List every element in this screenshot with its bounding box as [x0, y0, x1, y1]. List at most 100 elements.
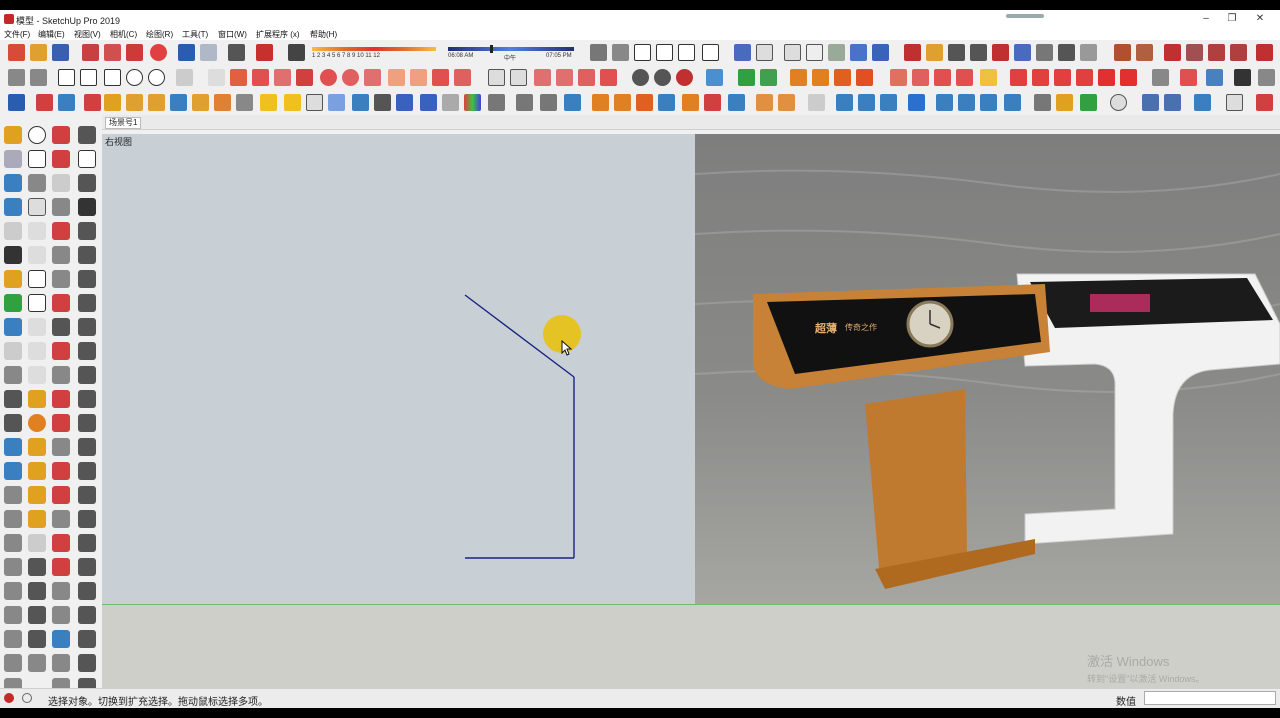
- ext-tool-54-icon[interactable]: [564, 94, 581, 111]
- lt-col1-9-icon[interactable]: [4, 318, 22, 336]
- ext-tool-62-icon[interactable]: [778, 94, 795, 111]
- lt-col2-19-icon[interactable]: [28, 558, 46, 576]
- ext-tool-45-icon[interactable]: [260, 94, 277, 111]
- ext-tool-48-icon[interactable]: [352, 94, 369, 111]
- credits-icon[interactable]: [22, 693, 32, 703]
- ext-tool-61-icon[interactable]: [756, 94, 773, 111]
- lt-col4-9-icon[interactable]: [78, 318, 96, 336]
- lt-col3-8-icon[interactable]: [52, 294, 70, 312]
- lt-col4-7-icon[interactable]: [78, 270, 96, 288]
- lt-col1-18-icon[interactable]: [4, 534, 22, 552]
- monochrome-icon[interactable]: [872, 44, 889, 61]
- minimize-button[interactable]: –: [1196, 12, 1216, 26]
- ext-tool-47-icon[interactable]: [306, 94, 323, 111]
- ext-tool-24-icon[interactable]: [856, 69, 873, 86]
- ext-tool-37-icon[interactable]: [1258, 69, 1275, 86]
- menu-window[interactable]: 窗口(W): [218, 29, 247, 40]
- drag-grip-icon[interactable]: [1006, 14, 1044, 18]
- lt-col2-12-icon[interactable]: [28, 390, 46, 408]
- drawing-viewport[interactable]: 右视图 超薄 传奇之作 激活 Windows 转到"设置"以激活 Windows…: [102, 134, 1280, 698]
- ext-tool-52-icon[interactable]: [488, 94, 505, 111]
- ext-tool-16-icon[interactable]: [578, 69, 595, 86]
- lt-col1-20-icon[interactable]: [4, 582, 22, 600]
- wireframe-icon[interactable]: [784, 44, 801, 61]
- hidden-line-icon[interactable]: [806, 44, 823, 61]
- lt-col3-2-icon[interactable]: [52, 150, 70, 168]
- zoom-icon[interactable]: [948, 44, 965, 61]
- menu-edit[interactable]: 编辑(E): [38, 29, 65, 40]
- lt-col2-5-icon[interactable]: [28, 222, 46, 240]
- lt-col3-6-icon[interactable]: [52, 246, 70, 264]
- menu-tools[interactable]: 工具(T): [182, 29, 208, 40]
- lt-col2-21-icon[interactable]: [28, 606, 46, 624]
- lt-col3-18-icon[interactable]: [52, 534, 70, 552]
- ext-tool-13-icon[interactable]: [510, 69, 527, 86]
- lt-col4-23-icon[interactable]: [78, 654, 96, 672]
- ext-tool-5-icon[interactable]: [320, 69, 337, 86]
- ext-tool-17-icon[interactable]: [600, 69, 617, 86]
- ext-tool-32-icon[interactable]: [1098, 69, 1115, 86]
- lt-col4-20-icon[interactable]: [78, 582, 96, 600]
- lt-col3-7-icon[interactable]: [52, 270, 70, 288]
- ext-tool-14-icon[interactable]: [534, 69, 551, 86]
- ext-tool-18-icon[interactable]: [632, 69, 649, 86]
- scene-tab[interactable]: 场景号1: [105, 117, 142, 129]
- rectangle-icon[interactable]: [80, 69, 97, 86]
- ext-tool-49-icon[interactable]: [374, 94, 391, 111]
- menu-extensions[interactable]: 扩展程序 (x): [256, 29, 300, 40]
- ext-tool-3-icon[interactable]: [252, 69, 269, 86]
- lt-col2-4-icon[interactable]: [28, 198, 46, 216]
- ext-tool-23-icon[interactable]: [834, 69, 851, 86]
- ext-tool-27-icon[interactable]: [934, 69, 951, 86]
- lt-col4-22-icon[interactable]: [78, 630, 96, 648]
- rainbow-icon[interactable]: [464, 94, 481, 111]
- lt-col4-16-icon[interactable]: [78, 486, 96, 504]
- lt-col4-13-icon[interactable]: [78, 414, 96, 432]
- front-view-icon[interactable]: [634, 44, 651, 61]
- ext-tool-64-icon[interactable]: [836, 94, 853, 111]
- layers-icon[interactable]: [8, 94, 25, 111]
- lt-col3-17-icon[interactable]: [52, 510, 70, 528]
- menu-help[interactable]: 帮助(H): [310, 29, 337, 40]
- ext-tool-44-icon[interactable]: [236, 94, 253, 111]
- lt-col2-15-icon[interactable]: [28, 462, 46, 480]
- exclamation-icon[interactable]: [84, 94, 101, 111]
- lt-col3-15-icon[interactable]: [52, 462, 70, 480]
- lt-col3-16-icon[interactable]: [52, 486, 70, 504]
- ext-tool-68-icon[interactable]: [958, 94, 975, 111]
- lt-col4-1-icon[interactable]: [78, 126, 96, 144]
- ext-tool-30-icon[interactable]: [1054, 69, 1071, 86]
- curve-icon[interactable]: [908, 94, 925, 111]
- arc-icon[interactable]: [1226, 94, 1243, 111]
- shield-icon[interactable]: [1032, 69, 1049, 86]
- back-view-icon[interactable]: [678, 44, 695, 61]
- component-icon[interactable]: [1114, 44, 1131, 61]
- extension-manager-icon[interactable]: [1230, 44, 1247, 61]
- ext-tool-65-icon[interactable]: [858, 94, 875, 111]
- open-file-icon[interactable]: [30, 44, 47, 61]
- brick-grid-icon[interactable]: [328, 94, 345, 111]
- ext-tool-39-icon[interactable]: [126, 94, 143, 111]
- ext-tool-1-icon[interactable]: [208, 69, 225, 86]
- lt-col1-5-icon[interactable]: [4, 222, 22, 240]
- lt-col3-9-icon[interactable]: [52, 318, 70, 336]
- lt-col1-17-icon[interactable]: [4, 510, 22, 528]
- lt-col1-14-icon[interactable]: [4, 438, 22, 456]
- lt-col1-3-icon[interactable]: [4, 174, 22, 192]
- lt-col1-2-icon[interactable]: [4, 150, 22, 168]
- lt-col4-10-icon[interactable]: [78, 342, 96, 360]
- ext-tool-56-icon[interactable]: [614, 94, 631, 111]
- close-button[interactable]: ✕: [1250, 12, 1270, 26]
- extension-warehouse-icon[interactable]: [1208, 44, 1225, 61]
- undo-icon[interactable]: [178, 44, 195, 61]
- ext-tool-76-icon[interactable]: [1164, 94, 1181, 111]
- lt-col2-3-icon[interactable]: [28, 174, 46, 192]
- lt-col4-8-icon[interactable]: [78, 294, 96, 312]
- lt-col1-10-icon[interactable]: [4, 342, 22, 360]
- copy-icon[interactable]: [104, 44, 121, 61]
- lt-col3-12-icon[interactable]: [52, 390, 70, 408]
- ext-tool-29-icon[interactable]: [1010, 69, 1027, 86]
- cut-icon[interactable]: [82, 44, 99, 61]
- time-slider-thumb[interactable]: [490, 45, 493, 53]
- ext-tool-58-icon[interactable]: [658, 94, 675, 111]
